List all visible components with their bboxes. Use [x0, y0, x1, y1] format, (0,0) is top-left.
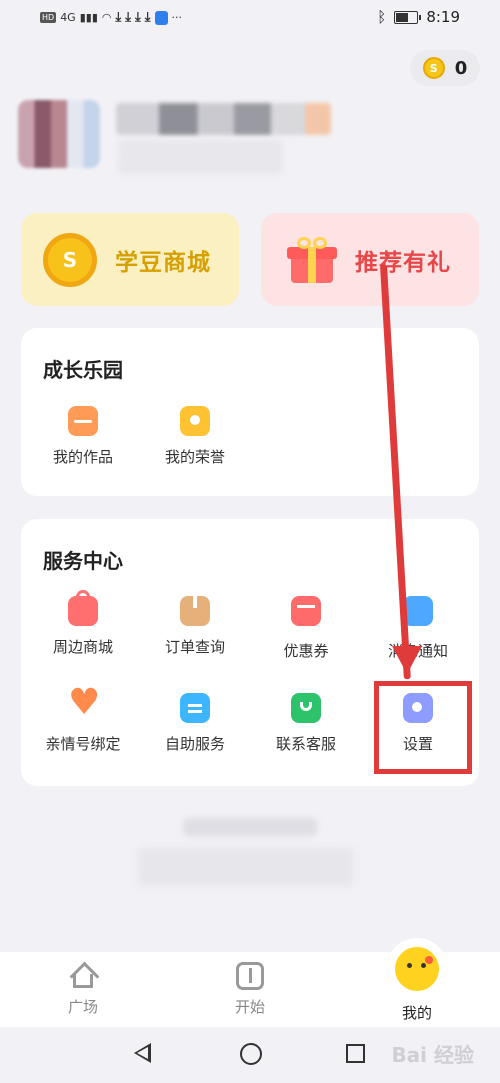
- chat-icon: [291, 693, 321, 723]
- download-icon: ⤓: [144, 10, 151, 25]
- gift-icon: [287, 236, 337, 283]
- signal-icon: ▮▮▮: [79, 11, 98, 24]
- username-blurred[interactable]: [116, 103, 331, 135]
- tab-bar: 广场 开始 我的: [0, 938, 500, 1027]
- wifi-icon: ◠: [101, 11, 112, 24]
- tab-mine[interactable]: 我的: [372, 938, 462, 1023]
- battery-icon: [394, 10, 422, 24]
- item-label: 我的荣誉: [164, 448, 225, 466]
- section-title: 服务中心: [43, 549, 123, 573]
- mascot-icon: [386, 938, 448, 1000]
- blurred-footer-text: [183, 818, 317, 836]
- clock: 8:19: [426, 8, 460, 26]
- back-icon[interactable]: [134, 1043, 151, 1063]
- bluetooth-icon: ᛒ: [377, 8, 387, 26]
- home-circle-icon[interactable]: [240, 1043, 262, 1065]
- shield-icon: [154, 10, 168, 25]
- family-bind-item[interactable]: 亲情号绑定: [28, 685, 138, 754]
- contact-support-item[interactable]: 联系客服: [251, 693, 361, 754]
- download-icon: ⤓: [115, 10, 122, 25]
- tab-square[interactable]: 广场: [38, 962, 128, 1017]
- item-label: 亲情号绑定: [45, 735, 121, 753]
- tab-start[interactable]: 开始: [205, 962, 295, 1017]
- coin-icon: S: [43, 232, 97, 287]
- package-icon: [180, 596, 210, 626]
- coupon-item[interactable]: 优惠券: [251, 596, 361, 661]
- works-icon: [68, 406, 98, 436]
- network-badge: HD: [40, 12, 57, 23]
- referral-card[interactable]: 推荐有礼: [261, 213, 479, 306]
- download-icon: ⤓: [135, 10, 141, 25]
- home-icon: [68, 962, 98, 990]
- download-icon: ⤓: [125, 10, 131, 25]
- heart-icon: [68, 685, 100, 723]
- more-indicator: ···: [171, 11, 183, 24]
- tab-label: 开始: [234, 998, 265, 1016]
- self-service-item[interactable]: 自助服务: [140, 693, 250, 754]
- status-right: ᛒ 8:19: [377, 8, 460, 26]
- item-label: 订单查询: [164, 638, 225, 656]
- section-title: 成长乐园: [43, 358, 123, 382]
- status-bar: HD 4G ▮▮▮ ◠ ⤓ ⤓ ⤓ ⤓ ··· ᛒ 8:19: [0, 0, 500, 38]
- start-icon: [236, 962, 264, 990]
- honor-icon: [180, 406, 210, 436]
- coupon-icon: [291, 596, 321, 626]
- item-label: 我的作品: [52, 448, 113, 466]
- promo-label: 学豆商城: [115, 249, 211, 276]
- watermark: Bai 经验: [391, 1043, 474, 1067]
- my-works-item[interactable]: 我的作品: [28, 406, 138, 467]
- coin-count: 0: [454, 57, 468, 79]
- order-query-item[interactable]: 订单查询: [140, 596, 250, 657]
- network-type: 4G: [60, 11, 76, 24]
- mascot-face: [395, 947, 439, 991]
- annotation-highlight-box: [374, 681, 472, 774]
- item-label: 周边商城: [52, 638, 113, 656]
- user-subtitle-blurred: [118, 140, 283, 174]
- recents-icon[interactable]: [346, 1044, 365, 1063]
- system-nav-bar: Bai 经验: [0, 1027, 500, 1083]
- avatar[interactable]: [18, 100, 100, 168]
- shopping-bag-icon: [68, 590, 98, 626]
- merch-mall-item[interactable]: 周边商城: [28, 590, 138, 657]
- tab-label: 我的: [401, 1004, 432, 1022]
- status-left: HD 4G ▮▮▮ ◠ ⤓ ⤓ ⤓ ⤓ ···: [40, 10, 182, 25]
- tab-label: 广场: [67, 998, 98, 1016]
- item-label: 自助服务: [164, 735, 225, 753]
- item-label: 优惠券: [283, 642, 329, 660]
- bean-mall-card[interactable]: S 学豆商城: [21, 213, 239, 306]
- my-honor-item[interactable]: 我的荣誉: [140, 406, 250, 467]
- promo-label: 推荐有礼: [355, 249, 451, 276]
- blurred-footer-text: [138, 848, 354, 886]
- coin-icon: S: [422, 57, 445, 79]
- coin-balance[interactable]: S 0: [410, 50, 480, 86]
- item-label: 联系客服: [275, 735, 336, 753]
- growth-card: 成长乐园 我的作品 我的荣誉: [21, 328, 479, 496]
- annotation-arrow-head: [392, 646, 422, 674]
- clipboard-icon: [180, 693, 210, 723]
